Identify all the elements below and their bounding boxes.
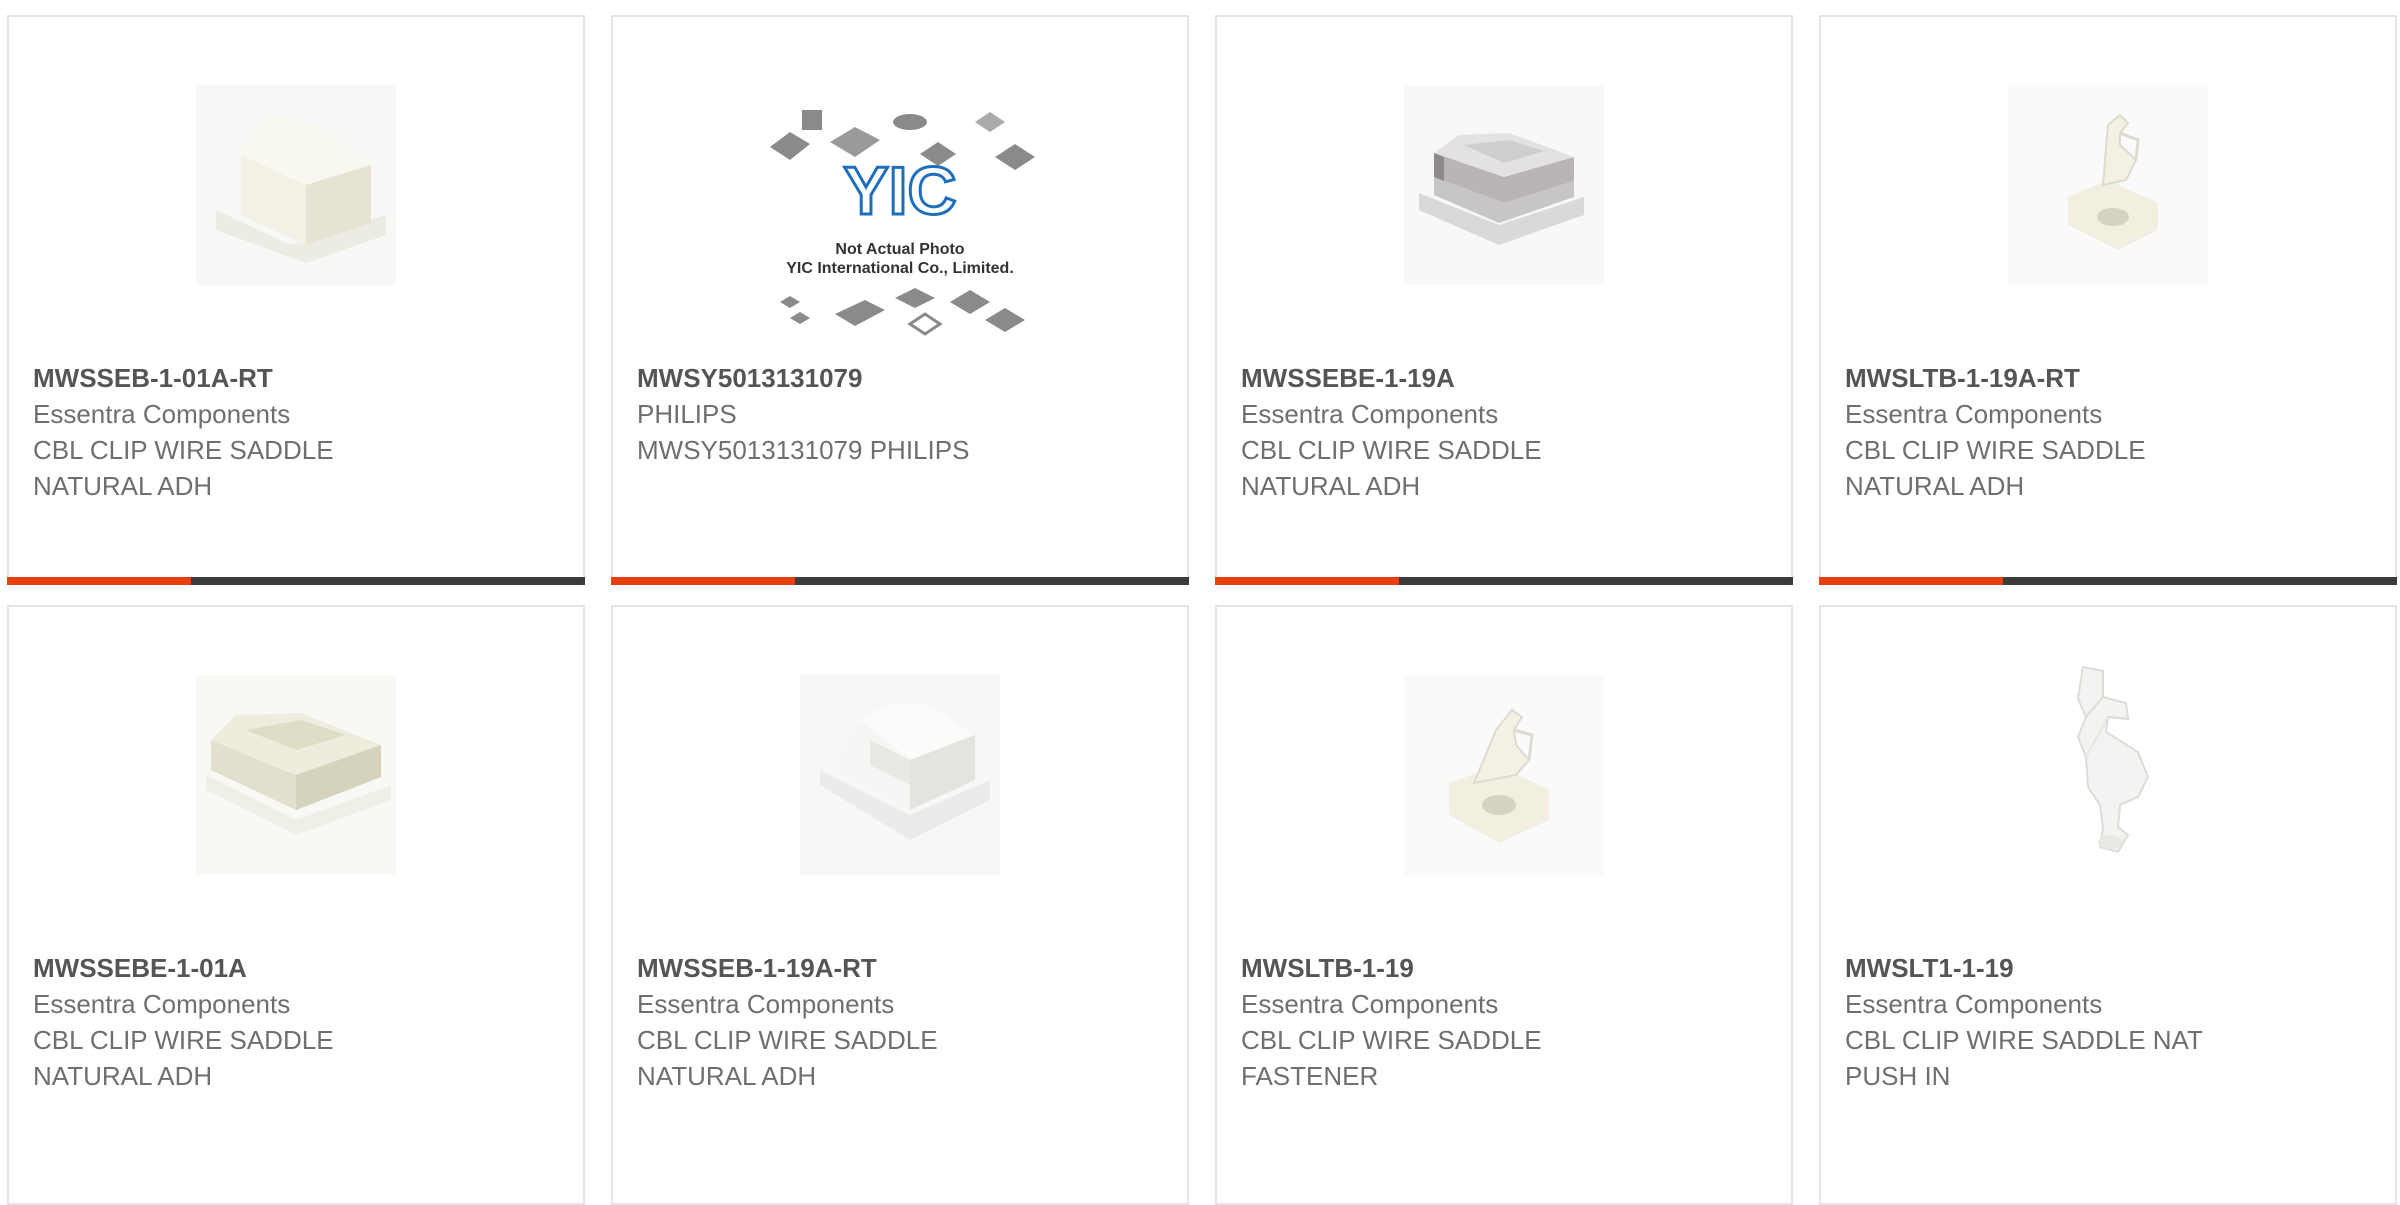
product-card[interactable]: MWSSEB-1-01A-RT Essentra Components CBL … — [7, 15, 585, 585]
placeholder-chip-icon[interactable]: YIC Not Actual Photo YIC International C… — [760, 102, 1040, 342]
manufacturer-name: Essentra Components — [637, 989, 895, 1019]
placeholder-line-2: YIC International Co., Limited. — [786, 260, 1014, 277]
product-card[interactable]: MWSSEB-1-19A-RT Essentra Components CBL … — [611, 605, 1189, 1205]
part-number[interactable]: MWSLTB-1-19A-RT — [1845, 360, 2375, 396]
product-description: CBL CLIP WIRE SADDLE NAT PUSH IN — [1845, 1025, 2203, 1091]
product-card[interactable]: MWSSEBE-1-19A Essentra Components CBL CL… — [1215, 15, 1793, 585]
manufacturer-name: Essentra Components — [33, 989, 291, 1019]
product-description: CBL CLIP WIRE SADDLE NATURAL ADH — [1241, 435, 1542, 501]
card-accent-bar — [611, 577, 1189, 585]
product-card[interactable]: MWSLTB-1-19A-RT Essentra Components CBL … — [1819, 15, 2397, 585]
card-accent-bar — [1215, 577, 1793, 585]
logo-text: YIC — [843, 153, 956, 229]
part-number[interactable]: MWSSEBE-1-01A — [33, 950, 563, 986]
manufacturer-name: Essentra Components — [1241, 989, 1499, 1019]
manufacturer-name: Essentra Components — [1845, 399, 2103, 429]
product-description: CBL CLIP WIRE SADDLE FASTENER — [1241, 1025, 1542, 1091]
adhesive-saddle-clip-icon[interactable] — [800, 675, 1000, 875]
product-description: CBL CLIP WIRE SADDLE NATURAL ADH — [33, 435, 334, 501]
placeholder-line-1: Not Actual Photo — [835, 241, 964, 258]
product-description: CBL CLIP WIRE SADDLE NATURAL ADH — [637, 1025, 938, 1091]
manufacturer-name: Essentra Components — [33, 399, 291, 429]
product-description: CBL CLIP WIRE SADDLE NATURAL ADH — [33, 1025, 334, 1091]
product-grid: MWSSEB-1-01A-RT Essentra Components CBL … — [7, 15, 2400, 1205]
manufacturer-name: Essentra Components — [1241, 399, 1499, 429]
card-accent-bar — [7, 577, 585, 585]
manufacturer-name: Essentra Components — [1845, 989, 2103, 1019]
adhesive-saddle-clip-icon[interactable] — [196, 675, 396, 875]
adhesive-saddle-clip-icon[interactable] — [196, 85, 396, 285]
product-description: CBL CLIP WIRE SADDLE NATURAL ADH — [1845, 435, 2146, 501]
part-number[interactable]: MWSY5013131079 — [637, 360, 1167, 396]
part-number[interactable]: MWSSEB-1-01A-RT — [33, 360, 563, 396]
manufacturer-name: PHILIPS — [637, 399, 737, 429]
product-card[interactable]: YIC Not Actual Photo YIC International C… — [611, 15, 1189, 585]
product-description: MWSY5013131079 PHILIPS — [637, 435, 970, 465]
card-accent-bar — [1819, 577, 2397, 585]
part-number[interactable]: MWSSEB-1-19A-RT — [637, 950, 1167, 986]
part-number[interactable]: MWSSEBE-1-19A — [1241, 360, 1771, 396]
part-number[interactable]: MWSLT1-1-19 — [1845, 950, 2375, 986]
latch-clip-icon[interactable] — [2008, 85, 2208, 285]
part-number[interactable]: MWSLTB-1-19 — [1241, 950, 1771, 986]
product-card[interactable]: MWSSEBE-1-01A Essentra Components CBL CL… — [7, 605, 585, 1205]
push-in-clip-icon[interactable] — [2008, 657, 2208, 877]
gray-saddle-clip-icon[interactable] — [1404, 85, 1604, 285]
latch-clip-icon[interactable] — [1404, 675, 1604, 875]
product-card[interactable]: MWSLTB-1-19 Essentra Components CBL CLIP… — [1215, 605, 1793, 1205]
product-card[interactable]: MWSLT1-1-19 Essentra Components CBL CLIP… — [1819, 605, 2397, 1205]
